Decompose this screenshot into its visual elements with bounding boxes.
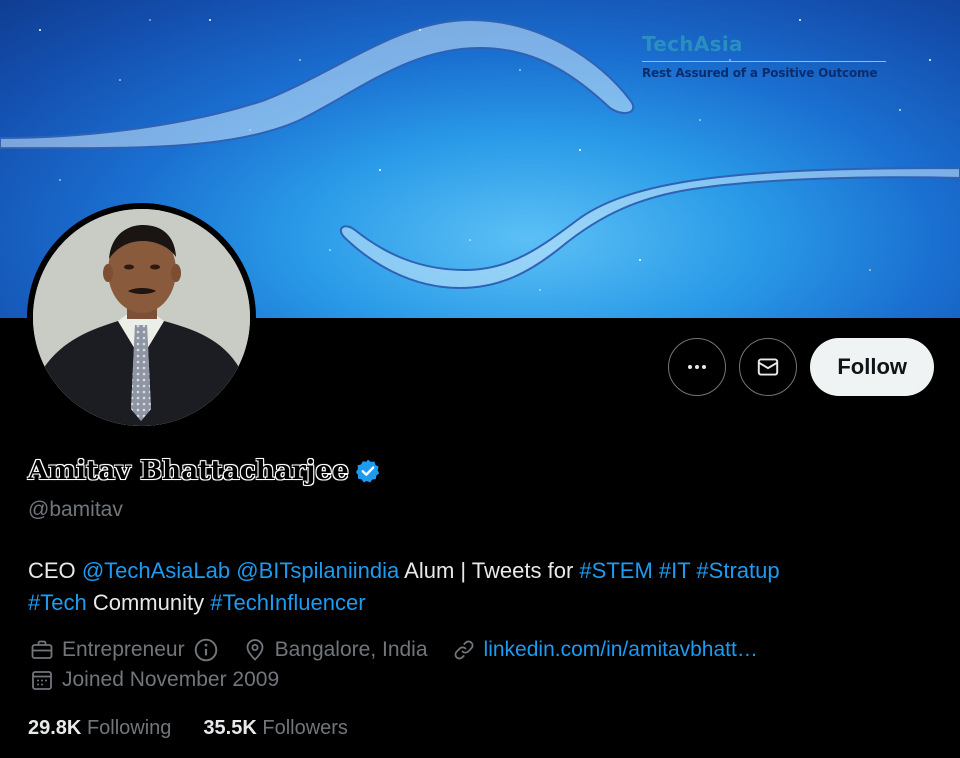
location-item: Bangalore, India <box>243 638 428 662</box>
followers-count: 35.5K <box>203 717 257 739</box>
profile-avatar[interactable] <box>27 203 256 432</box>
bio-hashtag-tech[interactable]: #Tech <box>28 590 87 615</box>
following-link[interactable]: 29.8K Following <box>28 717 171 740</box>
profession-item: Entrepreneur <box>30 637 219 663</box>
profile-actions: Follow <box>668 338 934 396</box>
follow-button[interactable]: Follow <box>810 338 934 396</box>
profile-meta: Entrepreneur Bangalore, India linkedin.c… <box>30 637 782 663</box>
location-pin-icon <box>246 639 263 661</box>
followers-link[interactable]: 35.5K Followers <box>203 717 348 740</box>
bio-hashtag-stem[interactable]: #STEM <box>579 558 652 583</box>
profile-name-row: Amitav Bhattacharjee <box>28 456 381 486</box>
avatar-photo <box>33 209 250 426</box>
bio-text: Alum | Tweets for <box>404 558 574 583</box>
more-horizontal-icon <box>688 365 707 369</box>
website-link[interactable]: linkedin.com/in/amitavbhatt… <box>484 638 758 662</box>
location-label: Bangalore, India <box>274 638 428 661</box>
bio-mention-bitspilani[interactable]: @BITspilaniindia <box>236 558 399 583</box>
profile-handle: @bamitav <box>28 498 123 521</box>
following-count: 29.8K <box>28 717 82 739</box>
verified-badge-icon[interactable] <box>355 458 381 484</box>
joined-item: Joined November 2009 <box>30 668 279 692</box>
more-button[interactable] <box>668 338 727 396</box>
banner-brand: TechAsia Rest Assured of a Positive Outc… <box>642 32 886 80</box>
envelope-icon <box>758 358 779 376</box>
bio-hashtag-stratup[interactable]: #Stratup <box>696 558 779 583</box>
profession-label: Entrepreneur <box>62 638 185 661</box>
bio-mention-techasialab[interactable]: @TechAsiaLab <box>82 558 230 583</box>
bio-text: CEO <box>28 558 76 583</box>
website-item: linkedin.com/in/amitavbhatt… <box>452 638 758 662</box>
message-button[interactable] <box>739 338 798 396</box>
bio-hashtag-techinfluencer[interactable]: #TechInfluencer <box>210 590 365 615</box>
follow-stats: 29.8K Following 35.5K Followers <box>28 717 348 740</box>
bio-hashtag-it[interactable]: #IT <box>659 558 690 583</box>
following-label: Following <box>86 717 172 739</box>
link-icon <box>454 640 473 660</box>
profile-name: Amitav Bhattacharjee <box>28 456 349 486</box>
calendar-icon <box>32 671 52 690</box>
banner-brand-divider <box>642 61 886 62</box>
info-icon[interactable] <box>193 637 219 663</box>
bio-text: Community <box>92 590 205 615</box>
briefcase-icon <box>31 640 53 659</box>
banner-brand-name: TechAsia <box>642 32 743 56</box>
banner-brand-tagline: Rest Assured of a Positive Outcome <box>642 66 878 80</box>
followers-label: Followers <box>262 717 348 739</box>
profile-bio: CEO @TechAsiaLab @BITspilaniindia Alum |… <box>28 555 928 619</box>
joined-label: Joined November 2009 <box>62 668 280 691</box>
